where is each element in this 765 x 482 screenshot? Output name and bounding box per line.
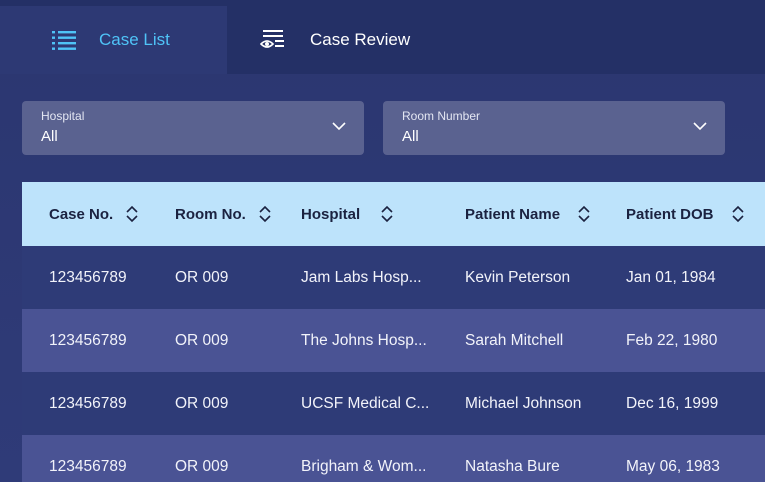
- case-no-cell: 123456789: [49, 331, 127, 349]
- patient-dob-cell: May 06, 1983: [626, 457, 720, 475]
- sort-icon: [259, 205, 271, 223]
- tab-label: Case Review: [310, 30, 411, 49]
- room-no-cell: OR 009: [175, 268, 229, 286]
- sort-icon: [381, 205, 393, 223]
- sort-icon: [578, 205, 590, 223]
- hospital-cell: Brigham & Wom...: [301, 457, 427, 475]
- tab-case-list[interactable]: Case List: [0, 6, 227, 74]
- chevron-down-icon: [693, 122, 707, 131]
- patient-name-cell: Natasha Bure: [465, 457, 560, 475]
- column-header-label: Patient Name: [465, 205, 561, 223]
- column-header-patient-name[interactable]: Patient Name: [465, 182, 591, 246]
- sort-icon: [126, 205, 138, 223]
- hospital-cell: UCSF Medical C...: [301, 394, 430, 412]
- list-icon: [51, 29, 77, 51]
- table-row[interactable]: 123456789 OR 009 Brigham & Wom... Natash…: [22, 435, 765, 482]
- column-header-room-no[interactable]: Room No.: [175, 182, 272, 246]
- hospital-filter-label: Hospital: [41, 109, 85, 123]
- chevron-down-icon: [332, 122, 346, 131]
- hospital-cell: The Johns Hosp...: [301, 331, 427, 349]
- table-row[interactable]: 123456789 OR 009 Jam Labs Hosp... Kevin …: [22, 246, 765, 309]
- room-no-cell: OR 009: [175, 394, 229, 412]
- hospital-filter-value: All: [41, 128, 58, 145]
- patient-dob-cell: Feb 22, 1980: [626, 331, 718, 349]
- room-no-cell: OR 009: [175, 331, 229, 349]
- tab-label: Case List: [99, 30, 170, 49]
- column-header-patient-dob[interactable]: Patient DOB: [626, 182, 745, 246]
- case-table: Case No. Room No. Hospital Patient Name …: [22, 182, 765, 482]
- tab-bar: Case List Case Review: [0, 0, 765, 74]
- sort-icon: [731, 205, 744, 223]
- patient-name-cell: Sarah Mitchell: [465, 331, 564, 349]
- hospital-cell: Jam Labs Hosp...: [301, 268, 422, 286]
- patient-dob-cell: Dec 16, 1999: [626, 394, 719, 412]
- room-number-filter-select[interactable]: Room Number All: [383, 101, 725, 155]
- room-filter-value: All: [402, 128, 419, 145]
- case-no-cell: 123456789: [49, 394, 127, 412]
- column-header-label: Room No.: [175, 205, 246, 223]
- tab-case-review[interactable]: Case Review: [227, 6, 487, 74]
- column-header-label: Case No.: [49, 205, 114, 223]
- table-row[interactable]: 123456789 OR 009 UCSF Medical C... Micha…: [22, 372, 765, 435]
- patient-dob-cell: Jan 01, 1984: [626, 268, 716, 286]
- column-header-label: Hospital: [301, 205, 361, 223]
- column-header-case-no[interactable]: Case No.: [49, 182, 139, 246]
- hospital-filter-select[interactable]: Hospital All: [22, 101, 364, 155]
- room-filter-label: Room Number: [402, 109, 481, 123]
- table-header: Case No. Room No. Hospital Patient Name …: [22, 182, 765, 246]
- case-no-cell: 123456789: [49, 268, 127, 286]
- patient-name-cell: Kevin Peterson: [465, 268, 571, 286]
- table-row[interactable]: 123456789 OR 009 The Johns Hosp... Sarah…: [22, 309, 765, 372]
- patient-name-cell: Michael Johnson: [465, 394, 582, 412]
- eye-list-icon: [260, 29, 286, 51]
- room-no-cell: OR 009: [175, 457, 229, 475]
- case-no-cell: 123456789: [49, 457, 127, 475]
- column-header-hospital[interactable]: Hospital: [301, 182, 394, 246]
- column-header-label: Patient DOB: [626, 205, 714, 223]
